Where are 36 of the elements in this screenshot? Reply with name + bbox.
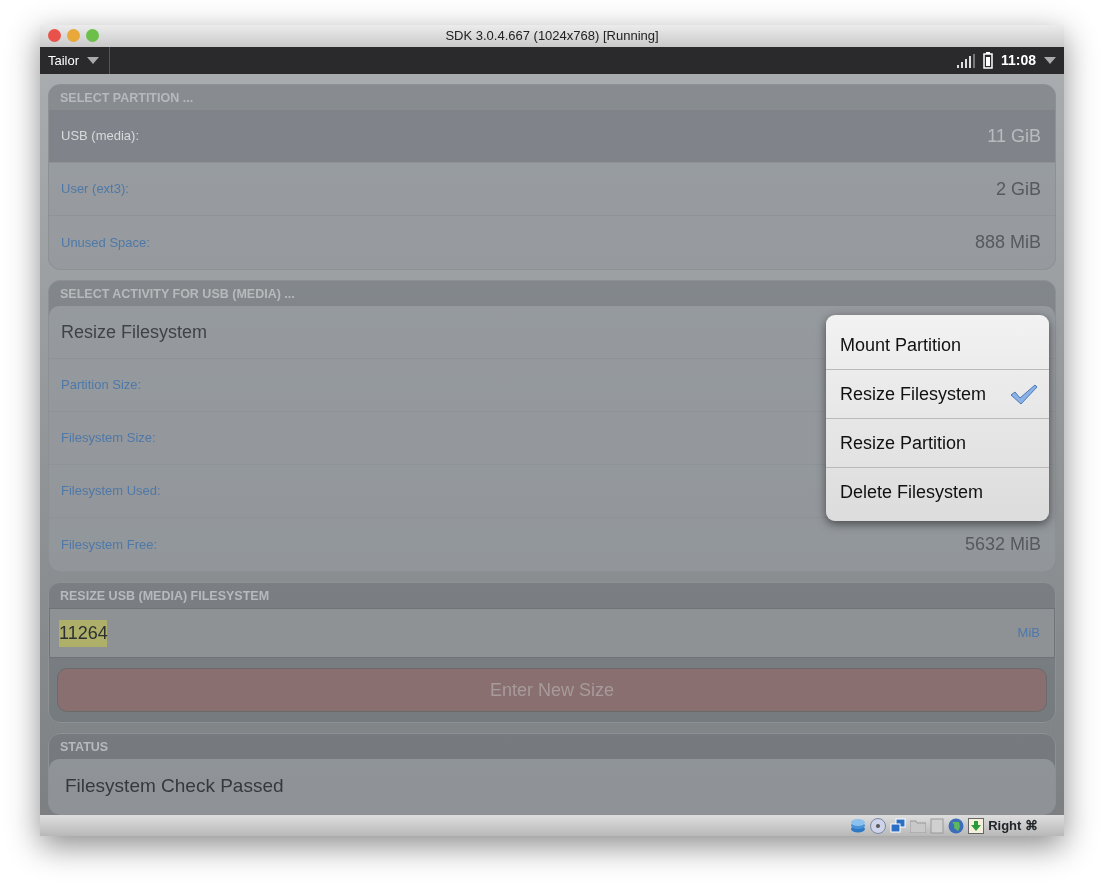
checkmark-icon (1009, 383, 1039, 405)
row-label: Filesystem Size: (61, 429, 156, 448)
caret-icon (87, 57, 100, 64)
menu-item[interactable]: Resize Filesystem (826, 370, 1049, 419)
host-key-label: Right ⌘ (988, 816, 1038, 835)
zoom-button[interactable] (86, 29, 99, 42)
battery-icon (982, 52, 993, 69)
row-value: 5632 MiB (964, 533, 1041, 556)
unit-label: MiB (1017, 624, 1040, 643)
row-label: Partition Size: (61, 376, 142, 395)
menu-item[interactable]: Mount Partition (826, 321, 1049, 370)
row-label: Filesystem Free: (61, 535, 158, 554)
section-header: RESIZE USB (MEDIA) FILESYSTEM (59, 588, 271, 605)
row-value: 2 GiB (995, 177, 1041, 201)
network-icon[interactable] (890, 817, 907, 834)
activity-selector[interactable]: Resize Filesystem (61, 318, 208, 346)
globe-icon[interactable] (948, 817, 965, 834)
cd-icon[interactable] (870, 817, 887, 834)
row-value: 888 MiB (974, 231, 1041, 254)
row-label: Unused Space: (61, 233, 150, 252)
caret-icon[interactable] (1044, 57, 1056, 64)
download-icon[interactable] (968, 817, 985, 834)
signal-icon (956, 53, 975, 68)
size-field[interactable]: 11264 MiB (49, 608, 1055, 658)
row-label: USB (media): (61, 127, 140, 146)
hard-disk-icon[interactable] (850, 817, 867, 834)
clock: 11:08 (1000, 51, 1036, 70)
row-value: 11 GiB (987, 124, 1041, 148)
status-message: Filesystem Check Passed (64, 774, 285, 799)
window-title: SDK 3.0.4.667 (1024x768) [Running] (445, 27, 659, 46)
close-button[interactable] (48, 29, 61, 42)
row-label: User (ext3): (61, 180, 129, 199)
menu-item[interactable]: Delete Filesystem (826, 468, 1049, 517)
menu-item[interactable]: Resize Partition (826, 419, 1049, 468)
section-header: STATUS (59, 739, 110, 756)
row-label: Filesystem Used: (61, 482, 161, 501)
